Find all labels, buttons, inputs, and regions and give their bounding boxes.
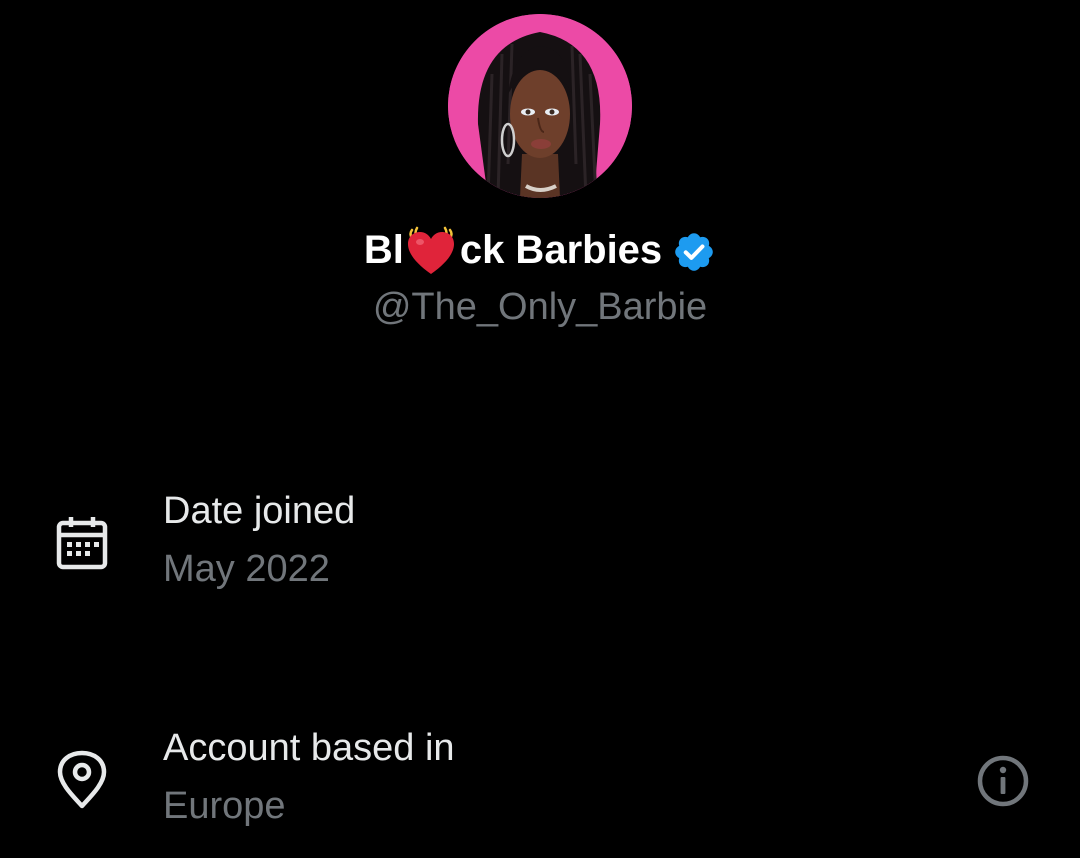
account-location-label: Account based in: [163, 727, 455, 769]
display-name-row: Bl ck Barbies: [0, 222, 1080, 278]
calendar-icon: [52, 513, 112, 573]
profile-handle: @The_Only_Barbie: [372, 286, 708, 328]
verified-badge-icon[interactable]: [672, 230, 716, 274]
display-name-prefix: Bl: [363, 227, 404, 272]
location-pin-icon: [52, 750, 112, 810]
date-joined-label: Date joined: [163, 490, 356, 532]
avatar-image: [448, 14, 632, 198]
profile-avatar[interactable]: [448, 14, 632, 198]
date-joined-value: May 2022: [163, 548, 330, 590]
account-location-value: Europe: [163, 785, 286, 827]
beating-heart-icon: [404, 222, 458, 278]
display-name: Bl ck Barbies: [363, 226, 663, 274]
display-name-suffix: ck Barbies: [459, 227, 663, 272]
info-icon[interactable]: [974, 752, 1032, 810]
